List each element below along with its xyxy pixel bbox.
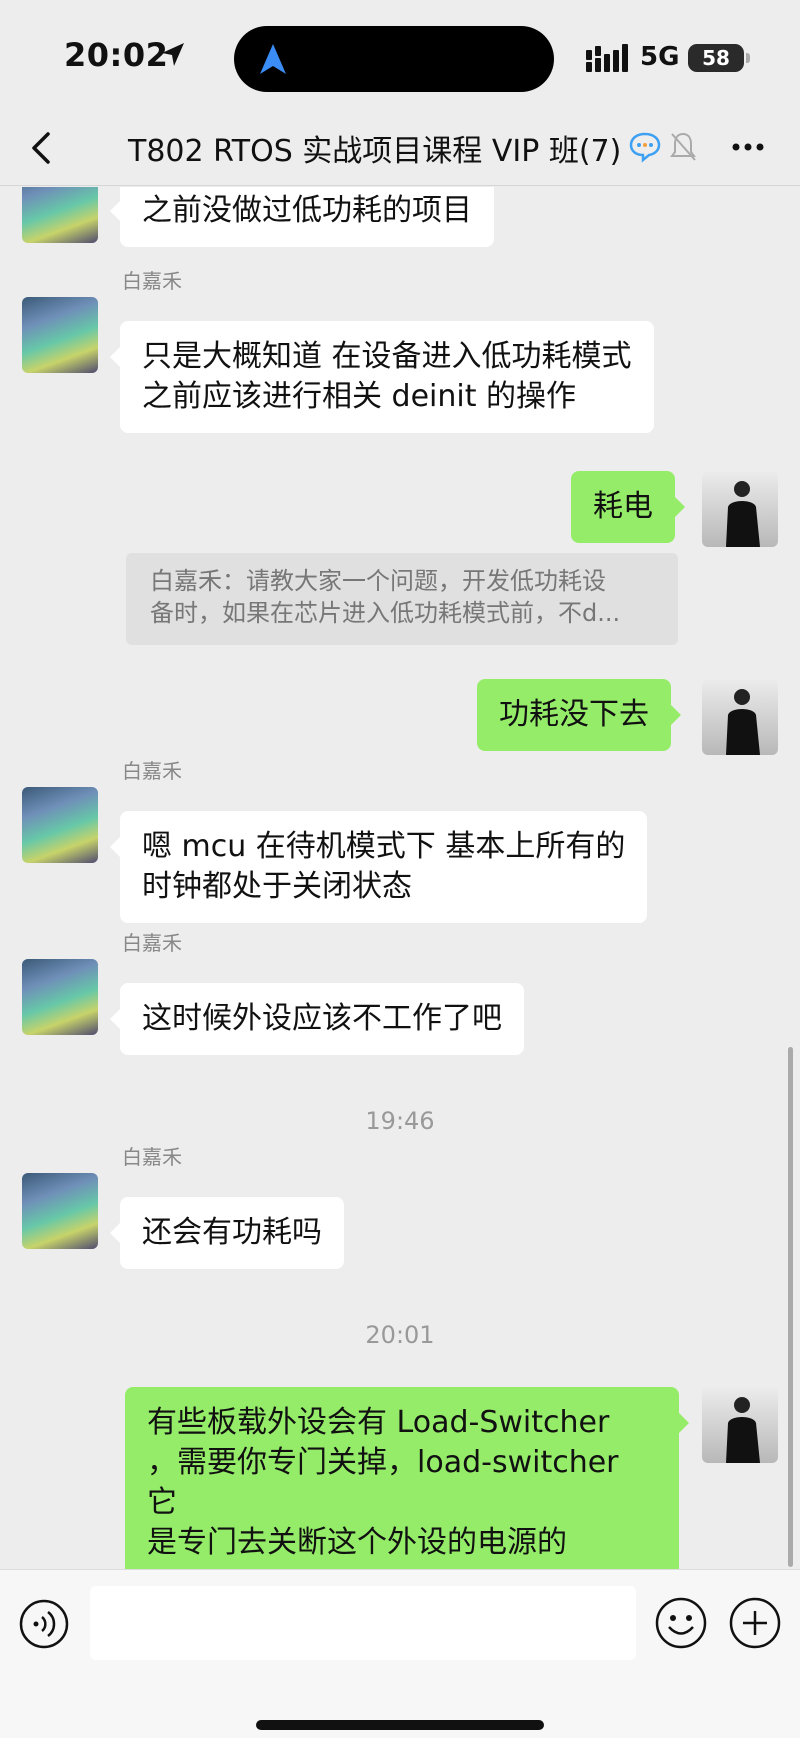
home-indicator[interactable] bbox=[256, 1720, 544, 1730]
input-bar bbox=[0, 1569, 800, 1738]
status-bar: 20:02 5G 58 bbox=[0, 0, 800, 110]
sender-name: 白嘉禾 bbox=[122, 1145, 182, 1169]
message-line: ，需要你专门关掉，load-switcher 它 bbox=[147, 1445, 619, 1520]
signal-icon bbox=[586, 44, 628, 72]
avatar-self[interactable] bbox=[702, 679, 778, 755]
sender-name: 白嘉禾 bbox=[122, 931, 182, 955]
message-line: 之前没做过低功耗的项目 bbox=[142, 193, 472, 228]
message-bubble[interactable]: 耗电 bbox=[571, 471, 685, 543]
location-arrow-icon bbox=[162, 43, 184, 66]
message-bubble[interactable]: 嗯 mcu 在待机模式下 基本上所有的 时钟都处于关闭状态 bbox=[109, 811, 648, 923]
chat-bubble-icon[interactable] bbox=[628, 130, 662, 164]
message-bubble[interactable]: 这时候外设应该不工作了吧 bbox=[110, 983, 524, 1055]
message-line: 还会有功耗吗 bbox=[142, 1215, 322, 1250]
avatar[interactable] bbox=[22, 297, 98, 373]
voice-icon[interactable] bbox=[18, 1598, 70, 1650]
avatar[interactable] bbox=[22, 187, 98, 243]
message-bubble[interactable]: 有些板载外设会有 Load-Switcher ，需要你专门关掉，load-swi… bbox=[125, 1387, 689, 1569]
plus-icon[interactable] bbox=[728, 1596, 782, 1650]
emoji-icon[interactable] bbox=[654, 1596, 708, 1650]
avatar-self[interactable] bbox=[702, 1387, 778, 1463]
mute-bell-icon bbox=[670, 132, 696, 161]
battery-tip bbox=[746, 53, 750, 63]
back-chevron-icon[interactable] bbox=[26, 126, 60, 170]
message-line: 功耗没下去 bbox=[499, 697, 649, 732]
status-time: 20:02 bbox=[64, 36, 169, 74]
avatar-self[interactable] bbox=[702, 471, 778, 547]
more-icon[interactable] bbox=[728, 132, 768, 162]
network-type: 5G bbox=[640, 42, 680, 72]
sender-name: 白嘉禾 bbox=[122, 269, 182, 293]
person-icon bbox=[726, 689, 760, 755]
person-icon bbox=[726, 1397, 760, 1463]
message-line: 耗电 bbox=[593, 489, 653, 524]
person-icon bbox=[726, 481, 760, 547]
quoted-message[interactable]: 白嘉禾：请教大家一个问题，开发低功耗设 备时，如果在芯片进入低功耗模式前，不d.… bbox=[126, 553, 678, 645]
chat-header: T802 RTOS 实战项目课程 VIP 班(7) bbox=[0, 110, 800, 186]
message-bubble[interactable]: 还会有功耗吗 bbox=[110, 1197, 344, 1269]
quote-line: 备时，如果在芯片进入低功耗模式前，不d... bbox=[150, 599, 621, 627]
avatar[interactable] bbox=[22, 1173, 98, 1249]
message-line: 只是大概知道 在设备进入低功耗模式 bbox=[142, 339, 632, 374]
avatar[interactable] bbox=[22, 959, 98, 1035]
navigation-icon bbox=[260, 44, 286, 74]
message-bubble[interactable]: 功耗没下去 bbox=[477, 679, 681, 751]
message-line: 之前应该进行相关 deinit 的操作 bbox=[142, 379, 577, 414]
dynamic-island bbox=[234, 26, 554, 92]
quote-line: 白嘉禾：请教大家一个问题，开发低功耗设 bbox=[150, 567, 606, 595]
message-line: 嗯 mcu 在待机模式下 基本上所有的 bbox=[142, 829, 626, 864]
battery-level: 58 bbox=[688, 44, 744, 72]
message-bubble[interactable]: 之前没做过低功耗的项目 bbox=[110, 187, 494, 247]
message-bubble[interactable]: 只是大概知道 在设备进入低功耗模式 之前应该进行相关 deinit 的操作 bbox=[110, 321, 654, 433]
message-line: 有些板载外设会有 Load-Switcher bbox=[147, 1405, 610, 1440]
message-line: 是专门去关断这个外设的电源的 bbox=[147, 1525, 567, 1560]
time-separator: 19:46 bbox=[365, 1107, 435, 1135]
message-line: 时钟都处于关闭状态 bbox=[142, 869, 412, 904]
message-input[interactable] bbox=[90, 1586, 636, 1660]
chat-title[interactable]: T802 RTOS 实战项目课程 VIP 班(7) bbox=[128, 126, 621, 170]
sender-name: 白嘉禾 bbox=[122, 759, 182, 783]
scrollbar[interactable] bbox=[788, 1047, 793, 1567]
message-list[interactable]: 之前没做过低功耗的项目 白嘉禾 只是大概知道 在设备进入低功耗模式 之前应该进行… bbox=[0, 187, 800, 1569]
avatar[interactable] bbox=[22, 787, 98, 863]
time-separator: 20:01 bbox=[365, 1321, 435, 1349]
message-line: 这时候外设应该不工作了吧 bbox=[142, 1001, 502, 1036]
